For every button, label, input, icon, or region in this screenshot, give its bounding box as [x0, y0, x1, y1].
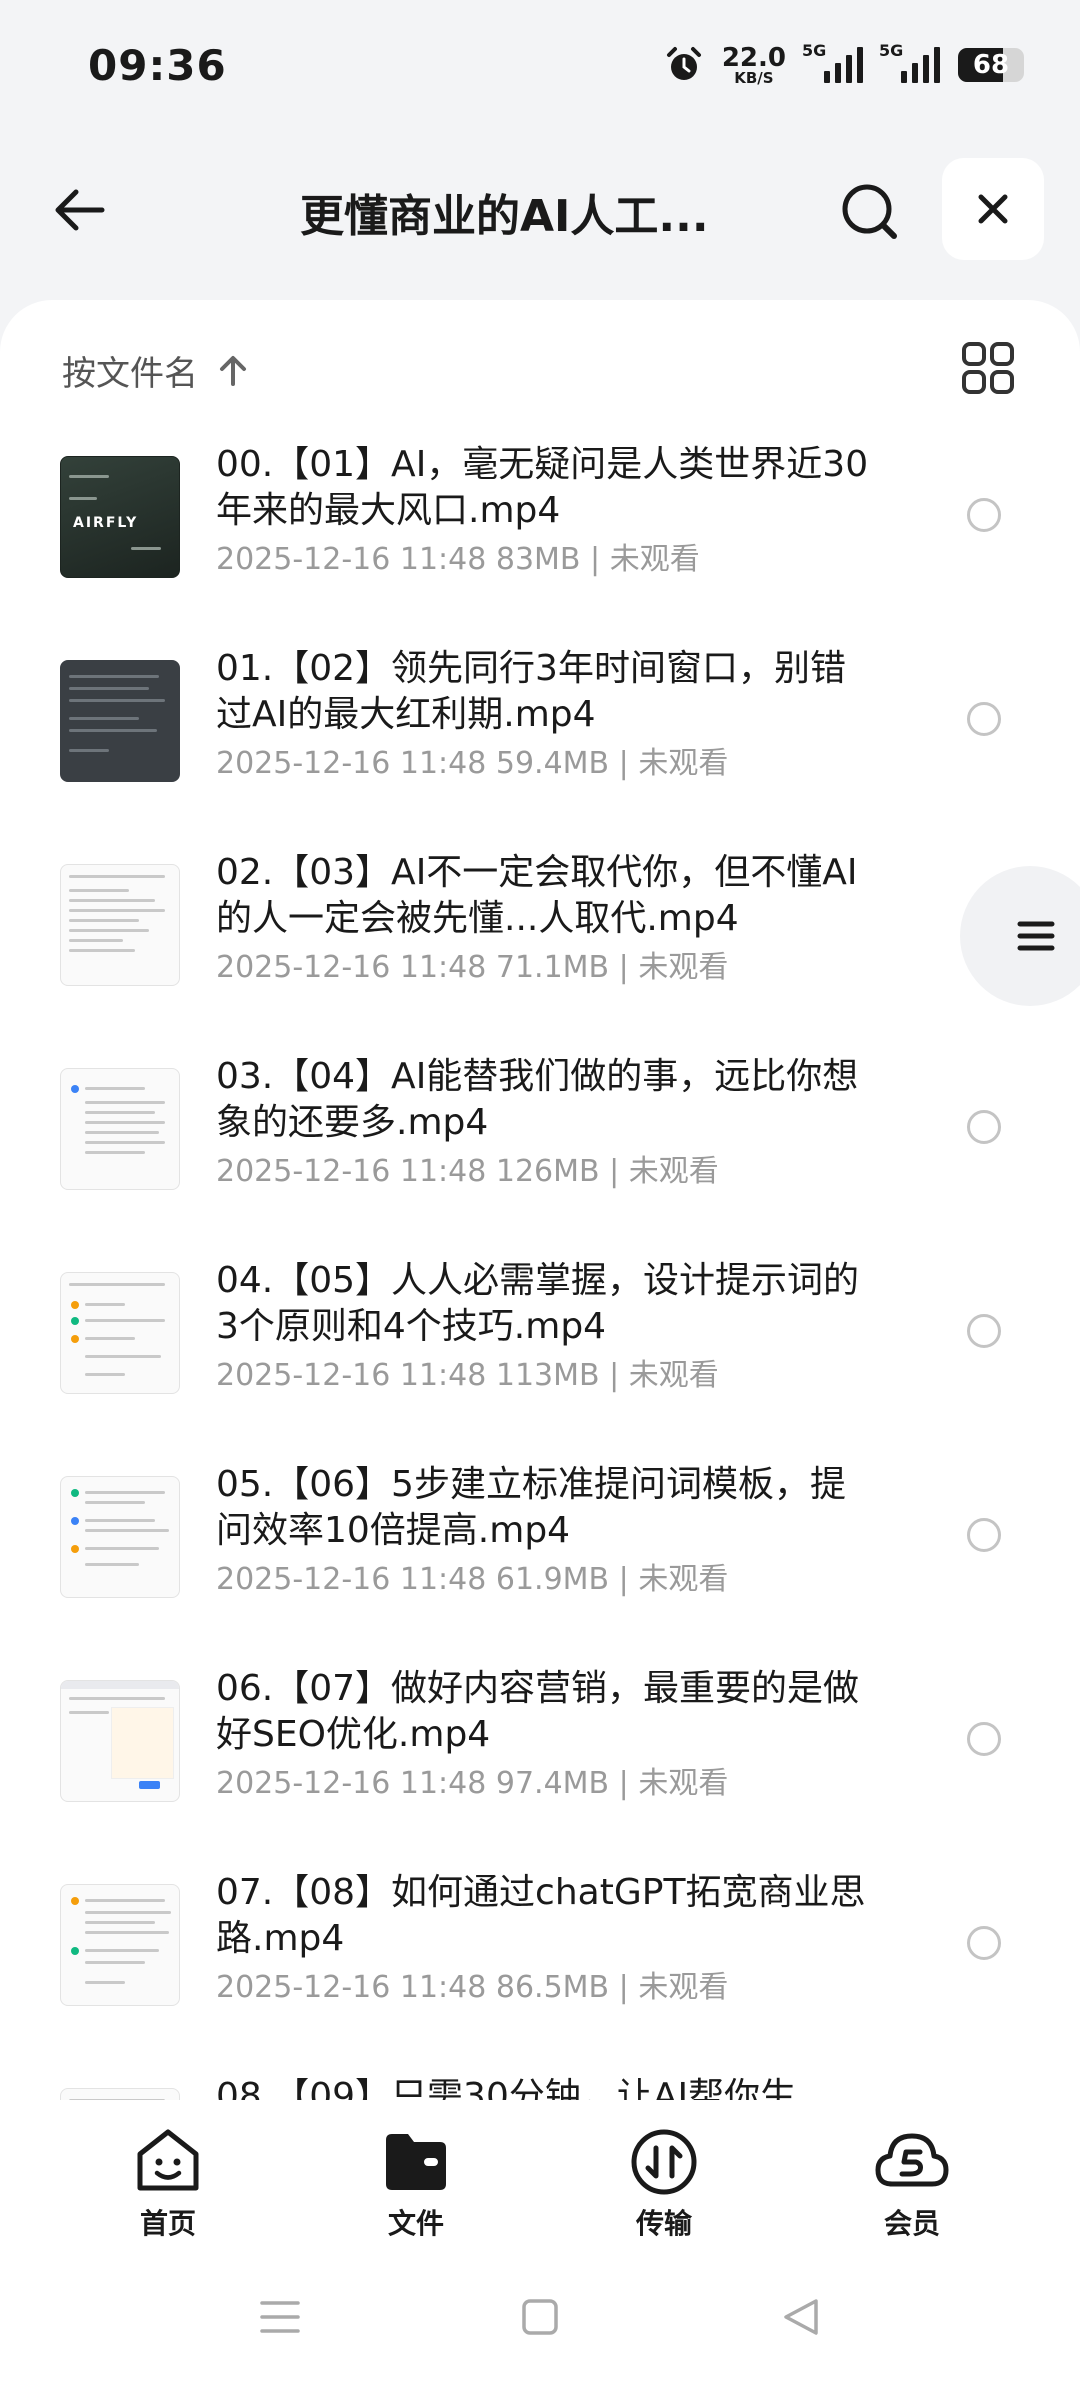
file-meta: 2025-12-16 11:48 59.4MB | 未观看 [216, 746, 729, 781]
list-item[interactable]: 05.【06】5步建立标准提问词模板，提问效率10倍提高.mp4 2025-12… [0, 1464, 1080, 1670]
video-thumbnail [60, 1884, 180, 2006]
video-thumbnail [60, 1272, 180, 1394]
list-item[interactable]: 01.【02】领先同行3年时间窗口，别错过AI的最大红利期.mp4 2025-1… [0, 648, 1080, 854]
header: 更懂商业的AI人工... [0, 150, 1080, 270]
tab-vip[interactable]: 会员 [842, 2126, 982, 2242]
select-checkbox[interactable] [967, 1314, 1001, 1348]
file-name: 00.【01】AI，毫无疑问是人类世界近30年来的最大风口.mp4 [216, 444, 869, 531]
system-navigation-bar [0, 2242, 1080, 2392]
select-checkbox[interactable] [967, 1110, 1001, 1144]
list-item[interactable]: 04.【05】人人必需掌握，设计提示词的3个原则和4个技巧.mp4 2025-1… [0, 1260, 1080, 1466]
status-bar: 09:36 22.0 KB/S 5G 5G 68 [0, 0, 1080, 130]
tab-transfer[interactable]: 传输 [594, 2126, 734, 2242]
status-icons: 22.0 KB/S 5G 5G 68 [664, 41, 1024, 87]
file-meta: 2025-12-16 11:48 97.4MB | 未观看 [216, 1766, 729, 1801]
video-thumbnail [60, 1680, 180, 1802]
video-thumbnail [60, 864, 180, 986]
select-checkbox[interactable] [967, 1518, 1001, 1552]
menu-icon [1017, 921, 1055, 951]
file-meta: 2025-12-16 11:48 71.1MB | 未观看 [216, 950, 729, 985]
back-triangle-icon[interactable] [778, 2295, 822, 2339]
status-time: 09:36 [88, 40, 227, 90]
vip-cloud-icon [875, 2133, 949, 2187]
list-item[interactable]: 06.【07】做好内容营销，最重要的是做好SEO优化.mp4 2025-12-1… [0, 1668, 1080, 1874]
file-list-panel: 按文件名 AIRFLY 00.【01】AI，毫无疑问是人类世界近30年来的最大风… [0, 300, 1080, 2100]
close-icon [978, 194, 1008, 224]
home-square-icon[interactable] [518, 2295, 562, 2339]
battery-icon: 68 [958, 48, 1024, 82]
video-thumbnail [60, 2088, 180, 2100]
arrow-up-icon [220, 355, 246, 386]
home-face-icon [137, 2129, 199, 2191]
net-speed: 22.0 KB/S [721, 42, 786, 87]
tab-files[interactable]: 文件 [346, 2126, 486, 2242]
list-item[interactable]: 02.【03】AI不一定会取代你，但不懂AI的人一定会被先懂...人取代.mp4… [0, 852, 1080, 1058]
list-item[interactable]: 07.【08】如何通过chatGPT拓宽商业思路.mp4 2025-12-16 … [0, 1872, 1080, 2078]
file-meta: 2025-12-16 11:48 83MB | 未观看 [216, 542, 700, 577]
select-checkbox[interactable] [967, 1926, 1001, 1960]
tab-home[interactable]: 首页 [98, 2126, 238, 2242]
sort-control[interactable]: 按文件名 [62, 346, 250, 395]
file-name: 05.【06】5步建立标准提问词模板，提问效率10倍提高.mp4 [216, 1464, 846, 1551]
select-checkbox[interactable] [967, 498, 1001, 532]
list-item[interactable]: AIRFLY 00.【01】AI，毫无疑问是人类世界近30年来的最大风口.mp4… [0, 444, 1080, 650]
folder-icon [386, 2134, 446, 2190]
close-button[interactable] [942, 158, 1044, 260]
search-icon [842, 184, 897, 239]
file-name: 08.【09】只需30分钟，让AI帮你生 [216, 2076, 797, 2100]
select-checkbox[interactable] [967, 1722, 1001, 1756]
file-meta: 2025-12-16 11:48 61.9MB | 未观看 [216, 1562, 729, 1597]
transfer-icon [631, 2129, 697, 2195]
grid-icon [962, 342, 1014, 394]
page-title: 更懂商业的AI人工... [300, 191, 709, 242]
sim1-signal-icon: 5G [802, 41, 863, 83]
list-item[interactable]: 08.【09】只需30分钟，让AI帮你生 [0, 2076, 1080, 2100]
grid-view-button[interactable] [960, 340, 1016, 396]
sort-label: 按文件名 [62, 354, 198, 394]
alarm-icon [666, 47, 701, 80]
file-meta: 2025-12-16 11:48 126MB | 未观看 [216, 1154, 719, 1189]
video-thumbnail: AIRFLY [60, 456, 180, 578]
video-thumbnail [60, 1476, 180, 1598]
back-button[interactable] [44, 174, 116, 246]
file-meta: 2025-12-16 11:48 86.5MB | 未观看 [216, 1970, 729, 2005]
sim2-signal-icon: 5G [879, 41, 940, 83]
file-name: 01.【02】领先同行3年时间窗口，别错过AI的最大红利期.mp4 [216, 648, 846, 735]
list-item[interactable]: 03.【04】AI能替我们做的事，远比你想象的还要多.mp4 2025-12-1… [0, 1056, 1080, 1262]
file-list: AIRFLY 00.【01】AI，毫无疑问是人类世界近30年来的最大风口.mp4… [0, 444, 1080, 2100]
file-name: 07.【08】如何通过chatGPT拓宽商业思路.mp4 [216, 1872, 866, 1959]
video-thumbnail [60, 660, 180, 782]
file-name: 04.【05】人人必需掌握，设计提示词的3个原则和4个技巧.mp4 [216, 1260, 860, 1347]
select-checkbox[interactable] [967, 702, 1001, 736]
recent-apps-icon[interactable] [258, 2295, 302, 2339]
file-name: 06.【07】做好内容营销，最重要的是做好SEO优化.mp4 [216, 1668, 860, 1755]
arrow-left-icon [55, 189, 105, 231]
search-button[interactable] [832, 174, 908, 250]
file-name: 03.【04】AI能替我们做的事，远比你想象的还要多.mp4 [216, 1056, 859, 1143]
bottom-tab-bar: 首页 文件 传输 会员 [0, 2100, 1080, 2242]
video-thumbnail [60, 1068, 180, 1190]
file-name: 02.【03】AI不一定会取代你，但不懂AI的人一定会被先懂...人取代.mp4 [216, 852, 858, 939]
file-meta: 2025-12-16 11:48 113MB | 未观看 [216, 1358, 719, 1393]
